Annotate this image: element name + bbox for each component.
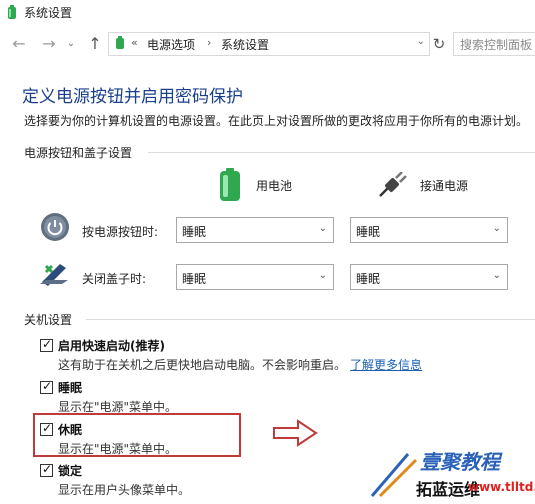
option-title: 锁定: [58, 464, 83, 478]
fast-startup-checkbox[interactable]: ✓: [40, 337, 53, 352]
sleep-checkbox[interactable]: ✓: [40, 379, 53, 394]
refresh-icon[interactable]: ↻: [430, 33, 448, 55]
control-panel-icon: [4, 3, 20, 24]
check-icon: ✓: [42, 337, 53, 351]
row-label-power-button: 按电源按钮时:: [82, 225, 159, 239]
search-input[interactable]: 搜索控制面板: [453, 32, 535, 56]
laptop-lid-icon: [38, 260, 70, 291]
page-intro: 选择要为你的计算机设置的电源设置。在此页上对设置所做的更改将应用于你所有的电源计…: [24, 114, 529, 128]
address-bar[interactable]: « 电源选项 › 系统设置 ⌄: [108, 32, 430, 56]
power-plug-icon: [378, 171, 408, 201]
page-title: 定义电源按钮并启用密码保护: [22, 87, 243, 107]
section-heading-shutdown: 关机设置: [24, 313, 73, 327]
breadcrumb-separator[interactable]: ›: [207, 36, 211, 49]
column-label-plugged-in: 接通电源: [420, 179, 469, 193]
breadcrumb-power-options[interactable]: 电源选项: [147, 36, 195, 53]
breadcrumb-overflow[interactable]: «: [131, 36, 138, 49]
check-icon: ✓: [42, 462, 53, 476]
row-label-lid: 关闭盖子时:: [82, 272, 147, 286]
option-description: 显示在用户头像菜单中。: [58, 483, 191, 497]
breadcrumb-system-settings[interactable]: 系统设置: [221, 36, 269, 53]
chevron-down-icon[interactable]: ⌄: [417, 36, 425, 47]
chevron-down-icon: ⌄: [318, 223, 327, 234]
option-title: 启用快速启动(推荐): [58, 339, 165, 353]
watermark-line-1: 壹聚教程: [420, 450, 500, 474]
arrow-right-icon[interactable]: →: [38, 34, 60, 54]
option-description-text: 这有助于在关机之后更快地启动电脑。不会影响重启。: [58, 358, 347, 372]
chevron-down-icon: ⌄: [492, 270, 501, 281]
option-description: 这有助于在关机之后更快地启动电脑。不会影响重启。 了解更多信息: [58, 356, 422, 373]
chevron-down-icon[interactable]: ⌄: [64, 34, 78, 54]
divider: [86, 319, 535, 320]
power-button-plugged-in-select[interactable]: 睡眠 ⌄: [350, 217, 508, 243]
option-title: 睡眠: [58, 381, 83, 395]
learn-more-link[interactable]: 了解更多信息: [350, 358, 422, 372]
hollow-arrow-right-icon: [272, 418, 318, 451]
select-value: 睡眠: [182, 225, 207, 239]
battery-icon: [218, 168, 242, 205]
window-title: 系统设置: [24, 6, 73, 20]
select-value: 睡眠: [356, 272, 381, 286]
select-value: 睡眠: [356, 225, 381, 239]
power-button-battery-select[interactable]: 睡眠 ⌄: [176, 217, 334, 243]
watermark: 壹聚教程 拓蓝运维 www.tlltd.cn: [370, 440, 535, 504]
check-icon: ✓: [42, 379, 53, 393]
column-battery: 用电池: [218, 168, 338, 202]
chevron-down-icon: ⌄: [318, 270, 327, 281]
select-value: 睡眠: [182, 272, 207, 286]
watermark-line-3: www.tlltd.cn: [468, 480, 535, 494]
lid-plugged-in-select[interactable]: 睡眠 ⌄: [350, 264, 508, 290]
column-label-battery: 用电池: [256, 179, 293, 193]
lid-battery-select[interactable]: 睡眠 ⌄: [176, 264, 334, 290]
power-button-icon: [40, 212, 70, 245]
section-heading-power: 电源按钮和盖子设置: [24, 146, 133, 160]
arrow-left-icon[interactable]: ←: [8, 34, 30, 54]
divider: [148, 152, 535, 153]
chevron-down-icon: ⌄: [492, 223, 501, 234]
search-placeholder: 搜索控制面板: [460, 38, 533, 52]
highlight-box: [33, 413, 241, 457]
navigation-bar: ← → ⌄ ↑ « 电源选项 › 系统设置 ⌄ ↻ 搜索控制面板: [0, 28, 535, 60]
column-plugged-in: 接通电源: [378, 168, 508, 202]
control-panel-icon: [113, 35, 127, 54]
arrow-up-icon[interactable]: ↑: [84, 34, 106, 54]
title-bar: 系统设置: [0, 0, 535, 28]
lock-checkbox[interactable]: ✓: [40, 462, 53, 477]
